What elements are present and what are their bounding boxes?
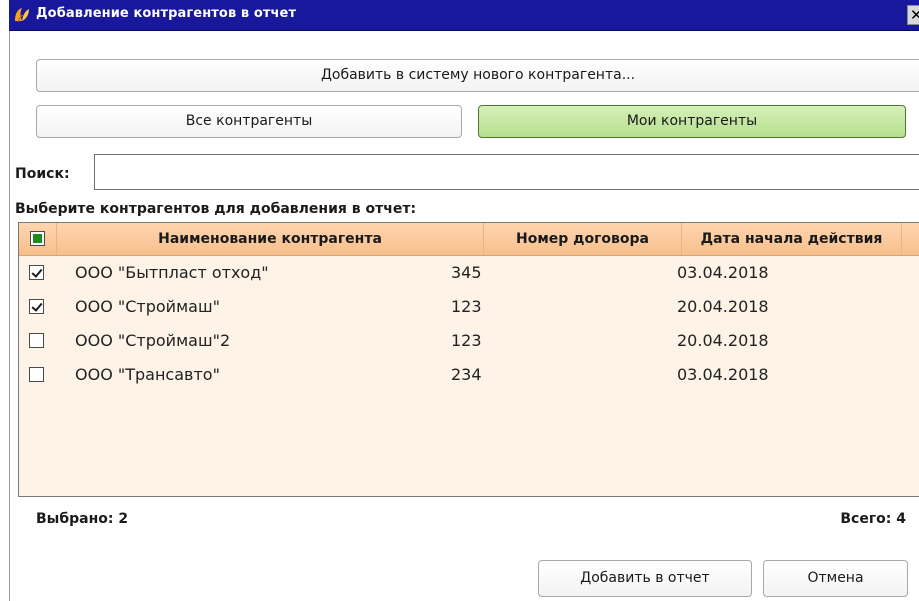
- row-checkbox[interactable]: [29, 265, 44, 280]
- search-input[interactable]: [94, 154, 919, 190]
- row-checkbox[interactable]: [29, 367, 44, 382]
- title-bar[interactable]: Добавление контрагентов в отчет ✕: [9, 0, 919, 31]
- contract-number: 123: [451, 331, 482, 350]
- start-date: 03.04.2018: [677, 263, 769, 282]
- table-row[interactable]: ООО "Строймаш" 123 20.04.2018: [19, 290, 919, 324]
- close-icon: ✕: [910, 6, 919, 24]
- add-new-counterparty-button[interactable]: Добавить в систему нового контрагента...: [36, 59, 919, 92]
- start-date: 03.04.2018: [677, 365, 769, 384]
- counterparty-name: ООО "Строймаш": [75, 297, 220, 316]
- row-checkbox[interactable]: [29, 333, 44, 348]
- window-frame: [9, 30, 10, 601]
- start-date: 20.04.2018: [677, 297, 769, 316]
- contract-number: 234: [451, 365, 482, 384]
- table-row[interactable]: ООО "Строймаш"2 123 20.04.2018: [19, 324, 919, 358]
- column-header-contract[interactable]: Номер договора: [484, 223, 682, 255]
- window-title: Добавление контрагентов в отчет: [36, 6, 297, 21]
- all-counterparties-button[interactable]: Все контрагенты: [36, 105, 462, 138]
- header-select-all-cell: [19, 223, 57, 255]
- app-logo-icon: [15, 8, 29, 23]
- column-header-name[interactable]: Наименование контрагента: [57, 223, 484, 255]
- cancel-button[interactable]: Отмена: [763, 560, 908, 597]
- table-header: Наименование контрагента Номер договора …: [19, 223, 919, 256]
- counterparty-name: ООО "Строймаш"2: [75, 331, 231, 350]
- select-all-checkbox[interactable]: [30, 231, 45, 246]
- column-header-start-date[interactable]: Дата начала действия: [682, 223, 902, 255]
- row-checkbox[interactable]: [29, 299, 44, 314]
- my-counterparties-button[interactable]: Мои контрагенты: [478, 105, 906, 138]
- table-row[interactable]: ООО "Трансавто" 234 03.04.2018: [19, 358, 919, 392]
- counterparty-name: ООО "Бытпласт отход": [75, 263, 269, 282]
- contract-number: 123: [451, 297, 482, 316]
- counterparty-name: ООО "Трансавто": [75, 365, 220, 384]
- counterparty-table: Наименование контрагента Номер договора …: [18, 222, 919, 497]
- add-to-report-button[interactable]: Добавить в отчет: [538, 560, 752, 597]
- search-label: Поиск:: [15, 166, 70, 182]
- table-row[interactable]: ООО "Бытпласт отход" 345 03.04.2018: [19, 256, 919, 290]
- contract-number: 345: [451, 263, 482, 282]
- list-heading: Выберите контрагентов для добавления в о…: [15, 201, 417, 217]
- start-date: 20.04.2018: [677, 331, 769, 350]
- selected-count: Выбрано: 2: [36, 511, 129, 527]
- total-count: Всего: 4: [840, 511, 906, 527]
- close-button[interactable]: ✕: [907, 5, 919, 25]
